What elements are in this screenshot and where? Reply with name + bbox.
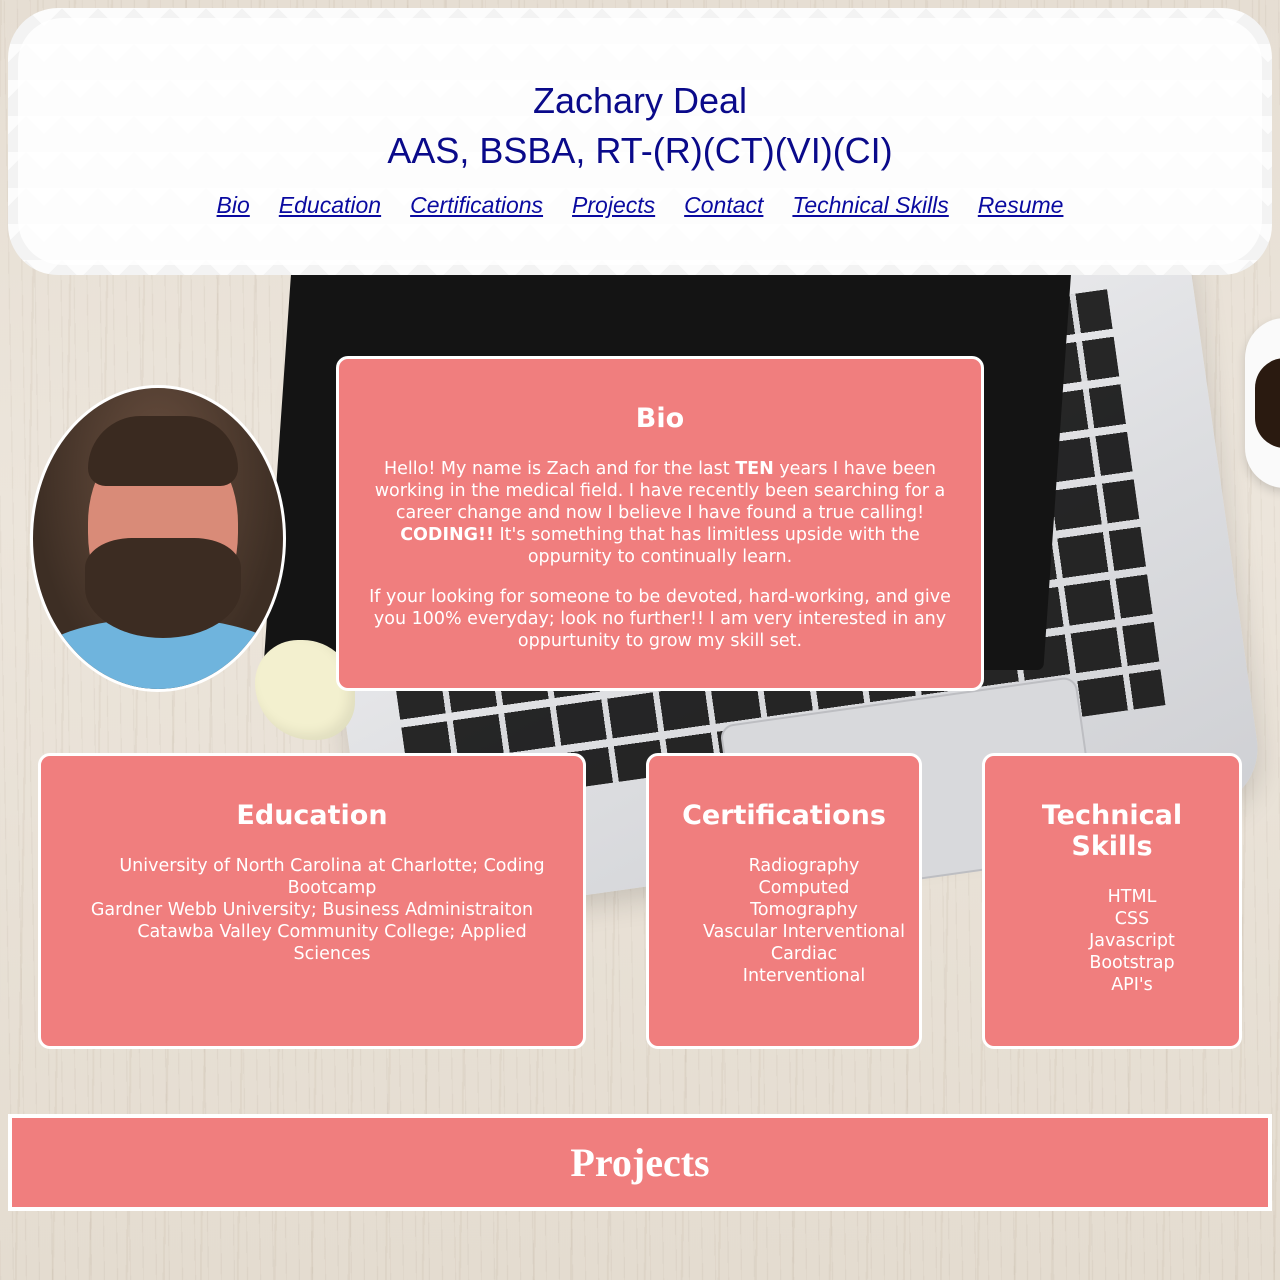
bio-heading: Bio bbox=[635, 403, 685, 434]
education-item: Catawba Valley Community College; Applie… bbox=[137, 922, 527, 964]
skill-item: HTML bbox=[1107, 887, 1157, 907]
site-title-name: Zachary Deal bbox=[532, 80, 748, 121]
site-title-credentials: AAS, BSBA, RT-(R)(CT)(VI)(CI) bbox=[387, 130, 893, 171]
nav-link-technical-skills[interactable]: Technical Skills bbox=[792, 192, 948, 219]
education-item: University of North Carolina at Charlott… bbox=[119, 856, 545, 898]
certification-item: Vascular Interventional bbox=[703, 922, 905, 942]
main-nav: Bio Education Certifications Projects Co… bbox=[18, 192, 1262, 219]
skill-item: CSS bbox=[1114, 909, 1150, 929]
education-card: Education University of North Carolina a… bbox=[38, 753, 586, 1049]
bio-card: Bio Hello! My name is Zach and for the l… bbox=[336, 356, 984, 691]
nav-link-contact[interactable]: Contact bbox=[684, 192, 763, 219]
projects-banner: Projects bbox=[8, 1114, 1272, 1211]
header-panel: Zachary Deal AAS, BSBA, RT-(R)(CT)(VI)(C… bbox=[18, 18, 1262, 265]
nav-link-certifications[interactable]: Certifications bbox=[410, 192, 543, 219]
education-item: Gardner Webb University; Business Admini… bbox=[90, 900, 534, 920]
education-list: University of North Carolina at Charlott… bbox=[61, 855, 563, 965]
skill-item: API's bbox=[1111, 975, 1153, 995]
certification-item: Cardiac Interventional bbox=[742, 944, 866, 986]
site-header: Zachary Deal AAS, BSBA, RT-(R)(CT)(VI)(C… bbox=[8, 8, 1272, 275]
certifications-card: Certifications Radiography Computed Tomo… bbox=[646, 753, 922, 1049]
coffee-cup-image bbox=[1245, 318, 1280, 488]
technical-skills-card: Technical Skills HTML CSS Javascript Boo… bbox=[982, 753, 1242, 1049]
certifications-heading: Certifications bbox=[682, 800, 886, 831]
nav-link-resume[interactable]: Resume bbox=[978, 192, 1064, 219]
profile-photo bbox=[30, 385, 286, 692]
bio-paragraph-1: Hello! My name is Zach and for the last … bbox=[374, 459, 946, 567]
certifications-list: Radiography Computed Tomography Vascular… bbox=[659, 855, 909, 987]
skill-item: Bootstrap bbox=[1089, 953, 1175, 973]
nav-link-projects[interactable]: Projects bbox=[572, 192, 655, 219]
bio-paragraph-2: If your looking for someone to be devote… bbox=[369, 587, 951, 651]
education-heading: Education bbox=[236, 800, 388, 831]
technical-skills-heading: Technical Skills bbox=[1041, 800, 1183, 862]
certification-item: Computed Tomography bbox=[750, 878, 858, 920]
technical-skills-list: HTML CSS Javascript Bootstrap API's bbox=[995, 886, 1229, 996]
nav-link-bio[interactable]: Bio bbox=[217, 192, 250, 219]
certification-item: Radiography bbox=[748, 856, 860, 876]
skill-item: Javascript bbox=[1089, 931, 1175, 951]
nav-link-education[interactable]: Education bbox=[279, 192, 381, 219]
